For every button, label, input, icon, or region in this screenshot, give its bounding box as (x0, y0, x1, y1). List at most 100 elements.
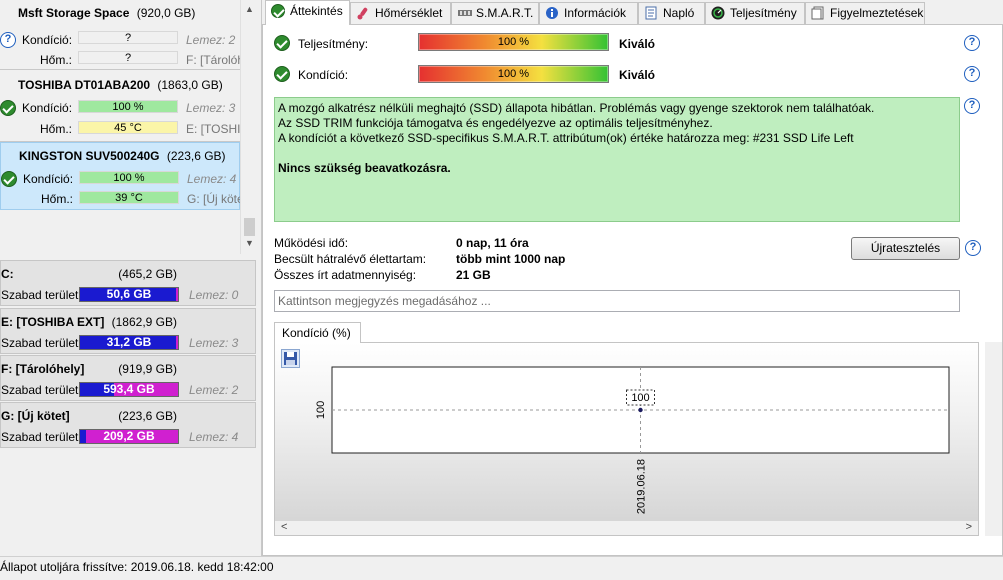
content-scrollbar[interactable] (985, 342, 1002, 536)
tab-label: Figyelmeztetések (830, 6, 924, 20)
ok-icon (0, 100, 16, 116)
free-space-bar: 31,2 GB (79, 335, 179, 350)
disk-card-storage-space[interactable]: Msft Storage Space (920,0 GB) ? Kondíció… (0, 0, 240, 70)
volume-size: (1862,9 GB) (111, 315, 177, 329)
tab-homerseklet[interactable]: Hőmérséklet (350, 2, 451, 24)
ok-icon (271, 4, 285, 18)
condition-chart: 100 100 2019.06.18 (315, 366, 950, 514)
written-value: 21 GB (456, 268, 491, 282)
disk-number: Lemez: 2 (186, 33, 236, 47)
free-space-bar: 593,4 GB (79, 382, 179, 397)
lifetime-value: több mint 1000 nap (456, 252, 566, 266)
scroll-up-icon[interactable]: ▲ (245, 4, 254, 14)
volume-size: (223,6 GB) (118, 409, 177, 423)
free-space-label: Szabad terület (1, 430, 79, 444)
volume-card-g[interactable]: G: [Új kötet] (223,6 GB) Szabad terület … (0, 402, 256, 448)
disk-title: Msft Storage Space (920,0 GB) (18, 6, 195, 20)
temperature-value: 45 °C (78, 121, 178, 134)
help-icon[interactable]: ? (964, 98, 980, 114)
temperature-value: 39 °C (79, 191, 179, 204)
help-icon[interactable]: ? (964, 66, 980, 82)
tab-label: S.M.A.R.T. (476, 6, 534, 20)
free-space-value: 50,6 GB (106, 287, 152, 301)
point-label: 100 (631, 392, 649, 404)
log-icon (644, 6, 658, 20)
volume-name: F: [Tárolóhely] (1, 362, 85, 376)
chart-tab-condition[interactable]: Kondíció (%) (274, 322, 361, 343)
disk-number: Lemez: 4 (187, 172, 237, 186)
disk-title: KINGSTON SUV500240G (223,6 GB) (19, 149, 226, 163)
help-icon[interactable]: ? (965, 240, 981, 256)
note-input[interactable]: Kattintson megjegyzés megadásához ... (274, 290, 960, 312)
tab-label: Áttekintés (290, 4, 343, 18)
condition-value: 100 % (78, 100, 178, 113)
ok-icon (274, 66, 290, 82)
disk-name: TOSHIBA DT01ABA200 (18, 78, 151, 92)
condition-label: Kondíció: (22, 33, 73, 47)
gauge-icon (711, 6, 725, 20)
free-space-value: 31,2 GB (106, 335, 152, 349)
free-space-label: Szabad terület (1, 383, 79, 397)
written-label: Összes írt adatmennyiség: (274, 268, 417, 282)
free-space-value: 593,4 GB (103, 382, 155, 396)
disk-size: (223,6 GB) (166, 149, 226, 163)
volume-disk-number: Lemez: 3 (189, 336, 239, 350)
tab-naplo[interactable]: Napló (638, 2, 705, 24)
performance-rating: Kiváló (619, 37, 656, 51)
tab-label: Napló (663, 6, 695, 20)
info-line: A kondíciót a következő SSD-specifikus S… (278, 131, 854, 145)
left-panel: Msft Storage Space (920,0 GB) ? Kondíció… (0, 0, 262, 556)
uptime-label: Működési idő: (274, 236, 349, 250)
temperature-label: Hőm.: (40, 53, 73, 67)
free-space-bar: 209,2 GB (79, 429, 179, 444)
disk-list-scrollbar[interactable]: ▲ ▼ (240, 0, 257, 254)
tab-label: Teljesítmény (730, 6, 797, 20)
disk-name: KINGSTON SUV500240G (19, 149, 160, 163)
retest-button[interactable]: Újratesztelés (851, 237, 960, 260)
volume-card-c[interactable]: C: (465,2 GB) Szabad terület 50,6 GB Lem… (0, 260, 256, 306)
scroll-down-icon[interactable]: ▼ (245, 238, 254, 248)
disk-title: TOSHIBA DT01ABA200 (1863,0 GB) (18, 78, 223, 92)
condition-value: ? (78, 31, 178, 44)
condition-bar: 100 % (418, 65, 609, 83)
help-icon[interactable]: ? (964, 35, 980, 51)
volume-name: C: (1, 267, 14, 281)
tab-smart[interactable]: S.M.A.R.T. (451, 2, 539, 24)
volume-card-e[interactable]: E: [TOSHIBA EXT] (1862,9 GB) Szabad terü… (0, 308, 256, 354)
temperature-label: Hőm.: (40, 122, 73, 136)
status-description-box: A mozgó alkatrész nélküli meghajtó (SSD)… (274, 97, 960, 222)
tab-label: Információk (564, 6, 627, 20)
volume-disk-number: Lemez: 0 (189, 288, 239, 302)
disk-partitions: F: [Tárolóh (186, 53, 240, 67)
volume-name: E: [TOSHIBA EXT] (1, 315, 105, 329)
volume-size: (465,2 GB) (118, 267, 177, 281)
thermometer-icon (356, 6, 370, 20)
scroll-left-icon[interactable]: < (281, 521, 287, 533)
condition-label: Kondíció: (22, 101, 73, 115)
question-icon: ? (0, 32, 16, 48)
chart-panel: 100 100 2019.06.18 < > (274, 342, 979, 536)
tab-teljesitmeny[interactable]: Teljesítmény (705, 2, 805, 24)
scroll-right-icon[interactable]: > (966, 521, 972, 533)
volume-disk-number: Lemez: 2 (189, 383, 239, 397)
info-line: A mozgó alkatrész nélküli meghajtó (SSD)… (278, 101, 875, 115)
uptime-value: 0 nap, 11 óra (456, 236, 529, 250)
chart-scrollbar[interactable]: < > (275, 521, 978, 535)
data-point (638, 407, 643, 413)
volume-card-f[interactable]: F: [Tárolóhely] (919,9 GB) Szabad terüle… (0, 355, 256, 401)
disk-card-kingston[interactable]: KINGSTON SUV500240G (223,6 GB) Kondíció:… (0, 142, 241, 210)
tab-figyelmeztetesek[interactable]: Figyelmeztetések (805, 2, 925, 24)
tab-informaciok[interactable]: Információk (539, 2, 638, 24)
info-line: Az SSD TRIM funkciója támogatva és enged… (278, 116, 713, 130)
scroll-thumb[interactable] (244, 218, 255, 236)
condition-value: 100 % (79, 171, 179, 184)
temperature-value: ? (78, 51, 178, 64)
disk-card-toshiba[interactable]: TOSHIBA DT01ABA200 (1863,0 GB) Kondíció:… (0, 72, 240, 142)
tab-attekintes[interactable]: Áttekintés (265, 0, 350, 25)
disk-size: (1863,0 GB) (157, 78, 223, 92)
smart-icon (457, 6, 472, 20)
disk-name: Msft Storage Space (18, 6, 130, 20)
y-tick-label: 100 (315, 401, 327, 419)
ok-icon (274, 35, 290, 51)
info-recommendation: Nincs szükség beavatkozásra. (278, 161, 451, 175)
